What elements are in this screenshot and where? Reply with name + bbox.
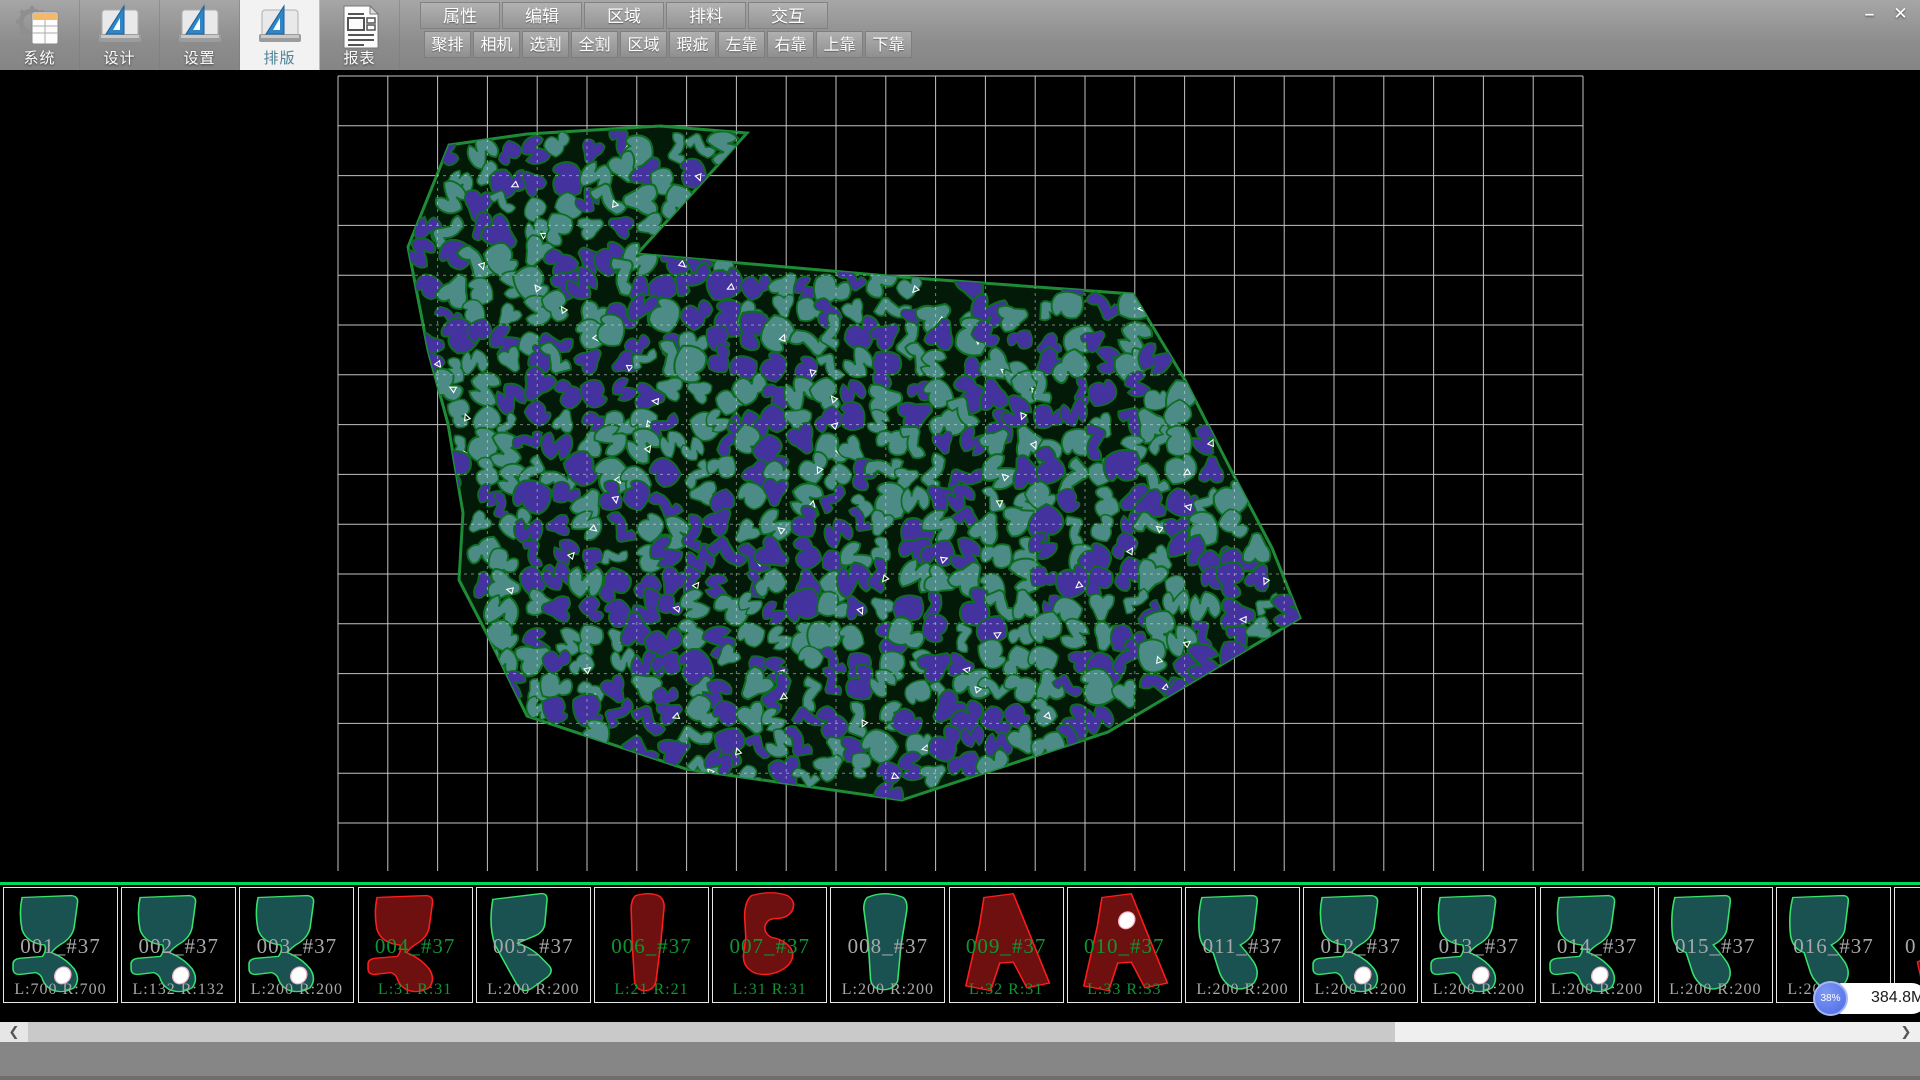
tool-button-选割[interactable]: 选割	[522, 31, 569, 58]
menu-tab-编辑[interactable]: 编辑	[502, 2, 582, 29]
part-lr-count: L:200 R:200	[1186, 981, 1299, 999]
scrollbar-thumb[interactable]	[28, 1022, 1395, 1042]
part-name: 0	[1895, 934, 1920, 959]
tool-button-瑕疵[interactable]: 瑕疵	[669, 31, 716, 58]
part-lr-count: L:21 R:21	[595, 981, 708, 999]
menu-tab-排料[interactable]: 排料	[666, 2, 746, 29]
part-thumbnail-002_#37[interactable]: 002_#37 L:132 R:132	[121, 887, 236, 1003]
part-lr-count: L:33 R:33	[1068, 981, 1181, 999]
menu-tab-区域[interactable]: 区域	[584, 2, 664, 29]
part-lr-count: L:200 R:200	[831, 981, 944, 999]
part-name: 001_#37	[4, 934, 117, 959]
tool-button-右靠[interactable]: 右靠	[767, 31, 814, 58]
part-lr-count: L:31 R:31	[713, 981, 826, 999]
part-thumbnail-012_#37[interactable]: 012_#37 L:200 R:200	[1303, 887, 1418, 1003]
part-name: 007_#37	[713, 934, 826, 959]
part-lr-count: L:200 R:200	[1541, 981, 1654, 999]
tool-button-左靠[interactable]: 左靠	[718, 31, 765, 58]
horizontal-scrollbar[interactable]: ❮ ❯	[0, 1022, 1920, 1042]
strip-top-border	[0, 882, 1920, 885]
part-name: 010_#37	[1068, 934, 1181, 959]
tool-button-全割[interactable]: 全割	[571, 31, 618, 58]
part-name: 012_#37	[1304, 934, 1417, 959]
part-thumbnail-007_#37[interactable]: 007_#37 L:31 R:31	[712, 887, 827, 1003]
part-name: 006_#37	[595, 934, 708, 959]
part-lr-count: L:200 R:200	[1304, 981, 1417, 999]
menu-tab-bar: 属性编辑区域排料交互	[420, 2, 828, 29]
tool-button-区域[interactable]: 区域	[620, 31, 667, 58]
part-name: 005_#37	[477, 934, 590, 959]
minimize-button[interactable]: –	[1856, 2, 1883, 26]
part-thumbnail-010_#37[interactable]: 010_#37 L:33 R:33	[1067, 887, 1182, 1003]
tool-button-聚排[interactable]: 聚排	[424, 31, 471, 58]
part-name: 011_#37	[1186, 934, 1299, 959]
part-name: 014_#37	[1541, 934, 1654, 959]
big-button-排版[interactable]: 排版	[240, 0, 320, 70]
big-button-label: 排版	[240, 47, 319, 68]
part-thumbnail-013_#37[interactable]: 013_#37 L:200 R:200	[1421, 887, 1536, 1003]
part-name: 003_#37	[240, 934, 353, 959]
part-thumbnail-005_#37[interactable]: 005_#37 L:200 R:200	[476, 887, 591, 1003]
part-lr-count: L:200 R:200	[240, 981, 353, 999]
part-name: 008_#37	[831, 934, 944, 959]
ribbon: 系统设计设置排版报表 属性编辑区域排料交互 聚排相机选割全割区域瑕疵左靠右靠上靠…	[0, 0, 1920, 70]
nest-layout-view	[0, 70, 1920, 882]
big-button-设置[interactable]: 设置	[160, 0, 240, 70]
part-lr-count: L:200 R:200	[1422, 981, 1535, 999]
part-thumbnail-011_#37[interactable]: 011_#37 L:200 R:200	[1185, 887, 1300, 1003]
progress-circle: 38%	[1813, 981, 1848, 1016]
scroll-right-arrow-icon[interactable]: ❯	[1892, 1022, 1920, 1042]
big-button-label: 设置	[160, 47, 239, 68]
part-thumbnail-008_#37[interactable]: 008_#37 L:200 R:200	[830, 887, 945, 1003]
tool-button-上靠[interactable]: 上靠	[816, 31, 863, 58]
part-name: 013_#37	[1422, 934, 1535, 959]
status-bar	[0, 1042, 1920, 1080]
part-thumbnail-006_#37[interactable]: 006_#37 L:21 R:21	[594, 887, 709, 1003]
part-lr-count: L:32 R:31	[950, 981, 1063, 999]
big-button-系统[interactable]: 系统	[0, 0, 80, 70]
big-button-label: 系统	[0, 47, 79, 68]
part-lr-count: L:200 R:200	[477, 981, 590, 999]
part-name: 009_#37	[950, 934, 1063, 959]
tool-button-bar: 聚排相机选割全割区域瑕疵左靠右靠上靠下靠	[424, 31, 912, 58]
tool-button-相机[interactable]: 相机	[473, 31, 520, 58]
window-controls: – ✕	[1856, 2, 1914, 26]
close-button[interactable]: ✕	[1887, 2, 1914, 26]
part-lr-count: L:700 R:700	[4, 981, 117, 999]
part-thumbnail-009_#37[interactable]: 009_#37 L:32 R:31	[949, 887, 1064, 1003]
part-thumbnail-001_#37[interactable]: 001_#37 L:700 R:700	[3, 887, 118, 1003]
part-name: 015_#37	[1659, 934, 1772, 959]
part-lr-count: L:132 R:132	[122, 981, 235, 999]
big-button-bar: 系统设计设置排版报表	[0, 0, 400, 70]
part-thumbnail-015_#37[interactable]: 015_#37 L:200 R:200	[1658, 887, 1773, 1003]
part-lr-count: L:200 R:200	[1659, 981, 1772, 999]
scroll-left-arrow-icon[interactable]: ❮	[0, 1022, 28, 1042]
big-button-label: 设计	[80, 47, 159, 68]
menu-tab-交互[interactable]: 交互	[748, 2, 828, 29]
part-lr-count: L:31 R:31	[359, 981, 472, 999]
part-thumbnail-003_#37[interactable]: 003_#37 L:200 R:200	[239, 887, 354, 1003]
big-button-设计[interactable]: 设计	[80, 0, 160, 70]
part-thumbnail-014_#37[interactable]: 014_#37 L:200 R:200	[1540, 887, 1655, 1003]
part-name: 016_#37	[1777, 934, 1890, 959]
big-button-报表[interactable]: 报表	[320, 0, 400, 70]
nesting-canvas[interactable]	[0, 70, 1920, 882]
memory-size-label: 384.8M	[1871, 989, 1920, 1007]
part-thumbnail-004_#37[interactable]: 004_#37 L:31 R:31	[358, 887, 473, 1003]
tool-button-下靠[interactable]: 下靠	[865, 31, 912, 58]
menu-tab-属性[interactable]: 属性	[420, 2, 500, 29]
part-thumbnail-strip: 001_#37L:700 R:700002_#37L:132 R:132003_…	[0, 882, 1920, 1022]
part-name: 004_#37	[359, 934, 472, 959]
big-button-label: 报表	[320, 47, 399, 68]
part-name: 002_#37	[122, 934, 235, 959]
